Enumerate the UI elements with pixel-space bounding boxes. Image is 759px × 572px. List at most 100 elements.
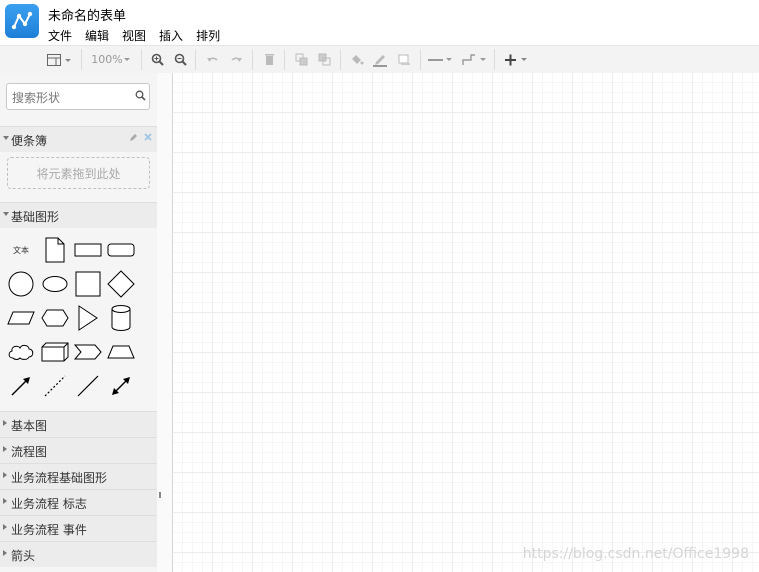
- shape-circle[interactable]: [4, 267, 38, 301]
- shape-cube[interactable]: [38, 335, 72, 369]
- shape-arrow-connector[interactable]: [4, 369, 38, 403]
- diamond-shape-icon: [107, 270, 135, 298]
- triangle-right-icon: [3, 446, 7, 452]
- shape-step[interactable]: [71, 335, 105, 369]
- cloud-shape-icon: [8, 345, 34, 360]
- close-icon[interactable]: [144, 133, 152, 141]
- plus-icon: [505, 54, 527, 65]
- shape-bidirectional-arrow[interactable]: [104, 369, 138, 403]
- fill-color-button[interactable]: [348, 46, 366, 73]
- line-width-icon: [428, 57, 452, 61]
- app-header: 未命名的表单 文件 编辑 视图 插入 排列: [0, 0, 759, 45]
- undo-icon: [206, 56, 217, 62]
- document-title[interactable]: 未命名的表单: [48, 5, 126, 24]
- shape-cylinder[interactable]: [104, 301, 138, 335]
- shadow-icon: [398, 54, 410, 65]
- section-title: 业务流程 事件: [11, 523, 87, 537]
- section-bpmn-events[interactable]: 业务流程 事件: [0, 515, 157, 541]
- parallelogram-shape-icon: [7, 311, 35, 325]
- section-basic[interactable]: 基本图: [0, 411, 157, 437]
- zoom-in-button[interactable]: [148, 46, 166, 73]
- section-scratchpad[interactable]: 便条簿: [0, 126, 157, 152]
- insert-button[interactable]: [503, 46, 531, 73]
- menu-view[interactable]: 视图: [122, 27, 146, 44]
- line-color-button[interactable]: [371, 46, 389, 73]
- toolbar-divider: [81, 49, 82, 70]
- toolbar-divider: [195, 49, 196, 70]
- shape-trapezoid[interactable]: [104, 335, 138, 369]
- trapezoid-shape-icon: [107, 345, 135, 359]
- connector-waypoints-icon: [462, 53, 486, 65]
- shape-square[interactable]: [71, 267, 105, 301]
- menu-file[interactable]: 文件: [48, 27, 72, 44]
- shape-diamond[interactable]: [104, 267, 138, 301]
- menu-bar: 文件 编辑 视图 插入 排列: [48, 27, 233, 44]
- section-arrows[interactable]: 箭头: [0, 541, 157, 567]
- section-bpmn-markers[interactable]: 业务流程 标志: [0, 489, 157, 515]
- to-front-button[interactable]: [292, 46, 310, 73]
- triangle-right-icon: [3, 472, 7, 478]
- shape-parallelogram[interactable]: [4, 301, 38, 335]
- delete-button[interactable]: [260, 46, 278, 73]
- section-flowchart[interactable]: 流程图: [0, 437, 157, 463]
- dotted-line-icon: [44, 375, 66, 397]
- section-general[interactable]: 基础图形: [0, 202, 157, 228]
- rectangle-shape-icon: [74, 243, 102, 257]
- section-title: 业务流程 标志: [11, 497, 87, 511]
- shape-hexagon[interactable]: [38, 301, 72, 335]
- waypoints-button[interactable]: [461, 46, 487, 73]
- chevron-down-icon: [123, 57, 130, 61]
- triangle-right-icon: [3, 524, 7, 530]
- section-title: 箭头: [11, 549, 36, 563]
- pencil-edit-icon[interactable]: [129, 133, 138, 142]
- toolbar: 100%: [0, 45, 759, 74]
- search-icon[interactable]: [135, 90, 146, 101]
- drawing-canvas[interactable]: [172, 73, 759, 572]
- watermark: https://blog.csdn.net/Office1998: [522, 546, 749, 562]
- panel-toggle-button[interactable]: [44, 46, 74, 73]
- menu-arrange[interactable]: 排列: [196, 27, 220, 44]
- triangle-down-icon: [3, 136, 9, 140]
- triangle-right-icon: [3, 550, 7, 556]
- section-title: 流程图: [11, 445, 48, 459]
- section-title: 业务流程基础图形: [11, 471, 108, 485]
- to-back-button[interactable]: [315, 46, 333, 73]
- diagram-logo-icon: [11, 11, 33, 30]
- shape-cloud[interactable]: [4, 335, 38, 369]
- shadow-button[interactable]: [395, 46, 413, 73]
- app-logo: [5, 4, 39, 38]
- search-box[interactable]: 搜索形状: [6, 83, 150, 110]
- zoom-level: 100%: [91, 53, 123, 66]
- trash-icon: [264, 54, 274, 65]
- section-bpmn-general[interactable]: 业务流程基础图形: [0, 463, 157, 489]
- shape-dashed-line[interactable]: [38, 369, 72, 403]
- shape-note[interactable]: [38, 233, 72, 267]
- triangle-shape-icon: [78, 305, 98, 331]
- toolbar-divider: [420, 49, 421, 70]
- shape-rounded-rectangle[interactable]: [104, 233, 138, 267]
- shape-line[interactable]: [71, 369, 105, 403]
- menu-insert[interactable]: 插入: [159, 27, 183, 44]
- shape-ellipse[interactable]: [38, 267, 72, 301]
- section-title: 基本图: [11, 419, 48, 433]
- scratchpad-dropzone[interactable]: 将元素拖到此处: [7, 157, 150, 189]
- line-style-button[interactable]: [427, 46, 453, 73]
- search-input[interactable]: 搜索形状: [12, 89, 60, 106]
- shape-triangle[interactable]: [71, 301, 105, 335]
- double-arrow-icon: [112, 377, 130, 395]
- circle-shape-icon: [8, 271, 34, 297]
- splitter-grip[interactable]: [159, 492, 161, 498]
- menu-edit[interactable]: 编辑: [85, 27, 109, 44]
- redo-button[interactable]: [227, 46, 245, 73]
- zoom-out-icon: [174, 53, 187, 66]
- shape-rectangle[interactable]: [71, 233, 105, 267]
- zoom-select[interactable]: 100%: [88, 46, 134, 73]
- pencil-icon: [373, 54, 387, 67]
- undo-button[interactable]: [203, 46, 221, 73]
- triangle-down-icon: [3, 212, 9, 216]
- shape-text[interactable]: 文本: [4, 233, 38, 267]
- chevron-shape-icon: [74, 344, 102, 360]
- redo-icon: [231, 56, 242, 62]
- toolbar-divider: [252, 49, 253, 70]
- zoom-out-button[interactable]: [171, 46, 189, 73]
